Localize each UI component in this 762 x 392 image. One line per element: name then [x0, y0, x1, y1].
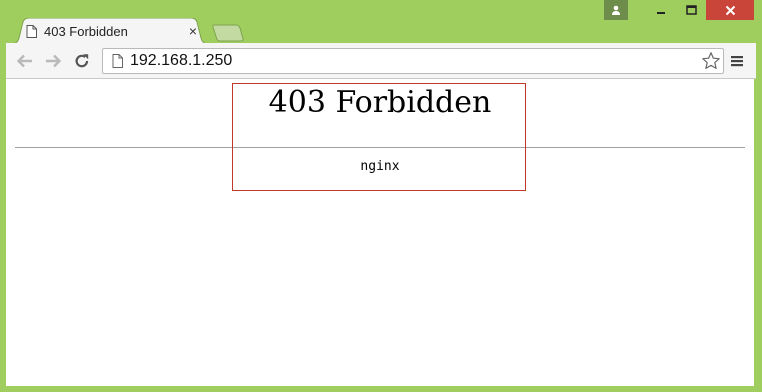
user-icon [612, 5, 620, 15]
maximize-icon [685, 5, 697, 15]
close-icon [725, 5, 735, 15]
page-icon [112, 54, 123, 68]
menu-icon [731, 56, 743, 67]
new-tab-icon [212, 24, 244, 42]
tab-close-button[interactable]: × [186, 23, 200, 39]
browser-window: 403 Forbidden × 192.168.1.250 403 Forbid… [0, 0, 762, 392]
star-icon [702, 52, 720, 69]
user-profile-button[interactable] [604, 0, 628, 20]
menu-button[interactable] [726, 51, 748, 71]
page-content: 403 Forbidden nginx [6, 79, 754, 386]
tab-active[interactable]: 403 Forbidden × [10, 18, 210, 44]
reload-button[interactable] [71, 51, 93, 71]
window-controls [604, 0, 754, 20]
close-window-button[interactable] [706, 0, 754, 20]
tab-title: 403 Forbidden [44, 23, 128, 39]
reload-icon [75, 54, 89, 68]
tab-content: 403 Forbidden × [26, 18, 200, 44]
forward-button[interactable] [42, 51, 64, 71]
page-icon [26, 24, 37, 38]
address-bar[interactable]: 192.168.1.250 [102, 48, 724, 74]
new-tab-button[interactable] [212, 24, 244, 42]
minimize-button[interactable] [646, 0, 676, 20]
back-arrow-icon [16, 54, 32, 68]
minimize-icon [657, 12, 665, 14]
maximize-button[interactable] [676, 0, 706, 20]
bookmark-star-button[interactable] [701, 51, 721, 71]
browser-toolbar: 192.168.1.250 [6, 43, 756, 79]
back-button[interactable] [14, 51, 36, 71]
url-text[interactable]: 192.168.1.250 [130, 52, 701, 70]
annotation-box [232, 83, 526, 191]
forward-arrow-icon [46, 54, 62, 68]
